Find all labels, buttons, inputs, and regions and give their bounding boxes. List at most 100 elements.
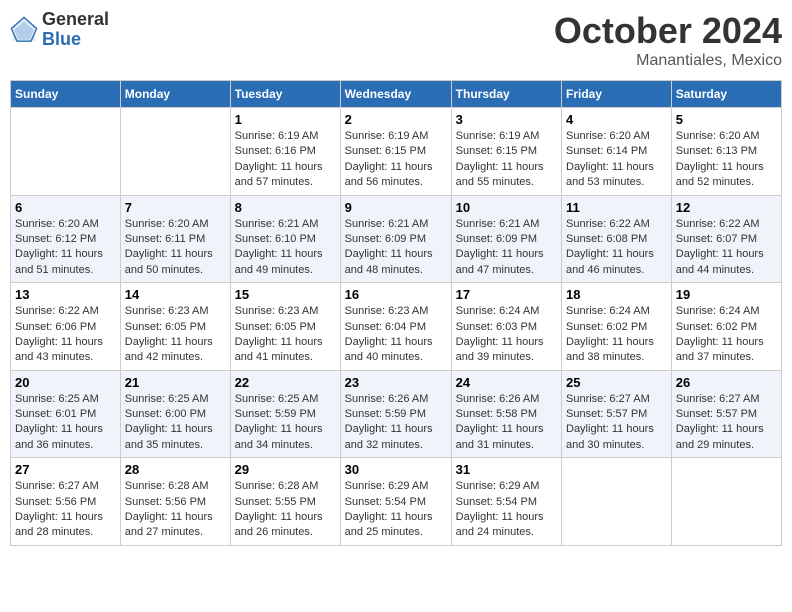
cell-sunrise: Sunrise: 6:24 AMSunset: 6:03 PMDaylight:…: [456, 305, 544, 363]
calendar-week: 1 Sunrise: 6:19 AMSunset: 6:16 PMDayligh…: [11, 108, 782, 196]
calendar-cell: 31 Sunrise: 6:29 AMSunset: 5:54 PMDaylig…: [451, 458, 561, 546]
cell-sunrise: Sunrise: 6:19 AMSunset: 6:15 PMDaylight:…: [456, 130, 544, 188]
cell-sunrise: Sunrise: 6:25 AMSunset: 6:00 PMDaylight:…: [125, 393, 213, 451]
calendar-cell: [671, 458, 781, 546]
day-number: 25: [566, 375, 667, 390]
calendar-cell: 19 Sunrise: 6:24 AMSunset: 6:02 PMDaylig…: [671, 283, 781, 371]
logo-icon: [10, 16, 38, 44]
day-number: 24: [456, 375, 557, 390]
cell-sunrise: Sunrise: 6:22 AMSunset: 6:08 PMDaylight:…: [566, 218, 654, 276]
calendar-week: 6 Sunrise: 6:20 AMSunset: 6:12 PMDayligh…: [11, 195, 782, 283]
header-row: SundayMondayTuesdayWednesdayThursdayFrid…: [11, 81, 782, 108]
header-day: Sunday: [11, 81, 121, 108]
calendar-header: SundayMondayTuesdayWednesdayThursdayFrid…: [11, 81, 782, 108]
day-number: 31: [456, 462, 557, 477]
cell-sunrise: Sunrise: 6:26 AMSunset: 5:59 PMDaylight:…: [345, 393, 433, 451]
day-number: 4: [566, 112, 667, 127]
cell-sunrise: Sunrise: 6:24 AMSunset: 6:02 PMDaylight:…: [566, 305, 654, 363]
day-number: 12: [676, 200, 777, 215]
cell-sunrise: Sunrise: 6:19 AMSunset: 6:15 PMDaylight:…: [345, 130, 433, 188]
day-number: 8: [235, 200, 336, 215]
calendar-week: 20 Sunrise: 6:25 AMSunset: 6:01 PMDaylig…: [11, 370, 782, 458]
day-number: 5: [676, 112, 777, 127]
day-number: 26: [676, 375, 777, 390]
calendar-cell: 8 Sunrise: 6:21 AMSunset: 6:10 PMDayligh…: [230, 195, 340, 283]
cell-sunrise: Sunrise: 6:22 AMSunset: 6:07 PMDaylight:…: [676, 218, 764, 276]
day-number: 22: [235, 375, 336, 390]
calendar-cell: [120, 108, 230, 196]
header-day: Saturday: [671, 81, 781, 108]
day-number: 10: [456, 200, 557, 215]
calendar-cell: 5 Sunrise: 6:20 AMSunset: 6:13 PMDayligh…: [671, 108, 781, 196]
calendar-cell: 4 Sunrise: 6:20 AMSunset: 6:14 PMDayligh…: [562, 108, 672, 196]
cell-sunrise: Sunrise: 6:20 AMSunset: 6:11 PMDaylight:…: [125, 218, 213, 276]
day-number: 21: [125, 375, 226, 390]
calendar-body: 1 Sunrise: 6:19 AMSunset: 6:16 PMDayligh…: [11, 108, 782, 546]
calendar-cell: 23 Sunrise: 6:26 AMSunset: 5:59 PMDaylig…: [340, 370, 451, 458]
day-number: 20: [15, 375, 116, 390]
calendar-cell: 13 Sunrise: 6:22 AMSunset: 6:06 PMDaylig…: [11, 283, 121, 371]
logo-general: General: [42, 10, 109, 30]
calendar-cell: 7 Sunrise: 6:20 AMSunset: 6:11 PMDayligh…: [120, 195, 230, 283]
day-number: 7: [125, 200, 226, 215]
day-number: 6: [15, 200, 116, 215]
calendar-cell: 25 Sunrise: 6:27 AMSunset: 5:57 PMDaylig…: [562, 370, 672, 458]
cell-sunrise: Sunrise: 6:29 AMSunset: 5:54 PMDaylight:…: [456, 480, 544, 538]
cell-sunrise: Sunrise: 6:21 AMSunset: 6:10 PMDaylight:…: [235, 218, 323, 276]
day-number: 30: [345, 462, 447, 477]
calendar-cell: 24 Sunrise: 6:26 AMSunset: 5:58 PMDaylig…: [451, 370, 561, 458]
header-day: Friday: [562, 81, 672, 108]
header-day: Monday: [120, 81, 230, 108]
calendar-cell: 1 Sunrise: 6:19 AMSunset: 6:16 PMDayligh…: [230, 108, 340, 196]
calendar-cell: 22 Sunrise: 6:25 AMSunset: 5:59 PMDaylig…: [230, 370, 340, 458]
day-number: 17: [456, 287, 557, 302]
calendar-cell: 21 Sunrise: 6:25 AMSunset: 6:00 PMDaylig…: [120, 370, 230, 458]
cell-sunrise: Sunrise: 6:20 AMSunset: 6:12 PMDaylight:…: [15, 218, 103, 276]
cell-sunrise: Sunrise: 6:19 AMSunset: 6:16 PMDaylight:…: [235, 130, 323, 188]
day-number: 16: [345, 287, 447, 302]
cell-sunrise: Sunrise: 6:28 AMSunset: 5:56 PMDaylight:…: [125, 480, 213, 538]
header-day: Wednesday: [340, 81, 451, 108]
calendar-cell: 12 Sunrise: 6:22 AMSunset: 6:07 PMDaylig…: [671, 195, 781, 283]
location: Manantiales, Mexico: [554, 52, 782, 70]
cell-sunrise: Sunrise: 6:22 AMSunset: 6:06 PMDaylight:…: [15, 305, 103, 363]
cell-sunrise: Sunrise: 6:27 AMSunset: 5:56 PMDaylight:…: [15, 480, 103, 538]
cell-sunrise: Sunrise: 6:23 AMSunset: 6:05 PMDaylight:…: [235, 305, 323, 363]
calendar-cell: [562, 458, 672, 546]
cell-sunrise: Sunrise: 6:27 AMSunset: 5:57 PMDaylight:…: [676, 393, 764, 451]
day-number: 9: [345, 200, 447, 215]
calendar-cell: 10 Sunrise: 6:21 AMSunset: 6:09 PMDaylig…: [451, 195, 561, 283]
calendar-cell: 14 Sunrise: 6:23 AMSunset: 6:05 PMDaylig…: [120, 283, 230, 371]
cell-sunrise: Sunrise: 6:29 AMSunset: 5:54 PMDaylight:…: [345, 480, 433, 538]
calendar-cell: [11, 108, 121, 196]
calendar-cell: 30 Sunrise: 6:29 AMSunset: 5:54 PMDaylig…: [340, 458, 451, 546]
calendar-cell: 15 Sunrise: 6:23 AMSunset: 6:05 PMDaylig…: [230, 283, 340, 371]
logo-blue: Blue: [42, 30, 109, 50]
cell-sunrise: Sunrise: 6:23 AMSunset: 6:04 PMDaylight:…: [345, 305, 433, 363]
month-title: October 2024: [554, 10, 782, 52]
cell-sunrise: Sunrise: 6:21 AMSunset: 6:09 PMDaylight:…: [345, 218, 433, 276]
cell-sunrise: Sunrise: 6:24 AMSunset: 6:02 PMDaylight:…: [676, 305, 764, 363]
calendar-cell: 11 Sunrise: 6:22 AMSunset: 6:08 PMDaylig…: [562, 195, 672, 283]
calendar-week: 27 Sunrise: 6:27 AMSunset: 5:56 PMDaylig…: [11, 458, 782, 546]
calendar-cell: 6 Sunrise: 6:20 AMSunset: 6:12 PMDayligh…: [11, 195, 121, 283]
day-number: 29: [235, 462, 336, 477]
cell-sunrise: Sunrise: 6:20 AMSunset: 6:14 PMDaylight:…: [566, 130, 654, 188]
cell-sunrise: Sunrise: 6:21 AMSunset: 6:09 PMDaylight:…: [456, 218, 544, 276]
title-block: October 2024 Manantiales, Mexico: [554, 10, 782, 70]
calendar-cell: 26 Sunrise: 6:27 AMSunset: 5:57 PMDaylig…: [671, 370, 781, 458]
day-number: 2: [345, 112, 447, 127]
calendar: SundayMondayTuesdayWednesdayThursdayFrid…: [10, 80, 782, 546]
day-number: 27: [15, 462, 116, 477]
day-number: 18: [566, 287, 667, 302]
calendar-cell: 2 Sunrise: 6:19 AMSunset: 6:15 PMDayligh…: [340, 108, 451, 196]
header-day: Tuesday: [230, 81, 340, 108]
calendar-cell: 18 Sunrise: 6:24 AMSunset: 6:02 PMDaylig…: [562, 283, 672, 371]
day-number: 23: [345, 375, 447, 390]
day-number: 1: [235, 112, 336, 127]
day-number: 28: [125, 462, 226, 477]
cell-sunrise: Sunrise: 6:20 AMSunset: 6:13 PMDaylight:…: [676, 130, 764, 188]
cell-sunrise: Sunrise: 6:26 AMSunset: 5:58 PMDaylight:…: [456, 393, 544, 451]
cell-sunrise: Sunrise: 6:25 AMSunset: 5:59 PMDaylight:…: [235, 393, 323, 451]
cell-sunrise: Sunrise: 6:25 AMSunset: 6:01 PMDaylight:…: [15, 393, 103, 451]
